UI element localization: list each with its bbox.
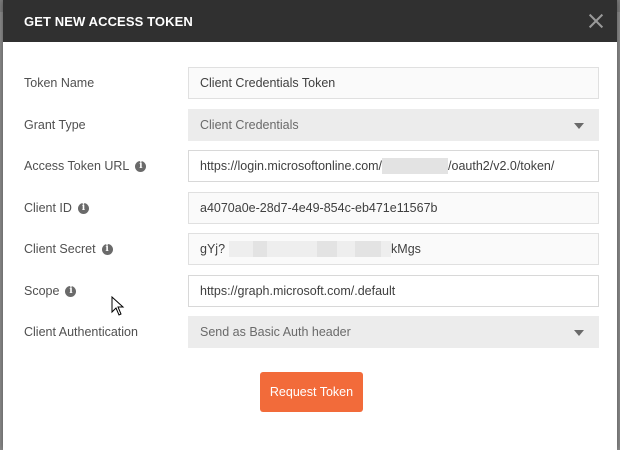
redacted-secret: [355, 241, 382, 257]
mouse-cursor-icon: [111, 296, 125, 316]
client-id-row: Client ID i a4070a0e-28d7-4e49-854c-eb47…: [3, 192, 617, 224]
redacted-secret: [317, 241, 338, 257]
client-secret-label-text: Client Secret: [24, 242, 96, 256]
redacted-secret: [337, 241, 356, 257]
info-icon[interactable]: i: [101, 243, 113, 255]
dialog-header: GET NEW ACCESS TOKEN: [3, 0, 617, 42]
info-icon[interactable]: i: [77, 202, 89, 214]
access-token-dialog: GET NEW ACCESS TOKEN Token Name Client C…: [3, 0, 617, 450]
chevron-down-icon: [574, 123, 584, 129]
token-name-row: Token Name Client Credentials Token: [3, 67, 617, 99]
client-authentication-select[interactable]: Send as Basic Auth header: [188, 316, 599, 348]
access-token-url-suffix: /oauth2/v2.0/token/: [448, 159, 555, 173]
redacted-tenant: [382, 158, 449, 174]
info-icon[interactable]: i: [65, 285, 77, 297]
client-secret-suffix: kMgs: [391, 242, 421, 256]
dialog-title: GET NEW ACCESS TOKEN: [24, 13, 193, 29]
client-id-label-text: Client ID: [24, 201, 72, 215]
request-token-button[interactable]: Request Token: [260, 372, 363, 412]
access-token-url-prefix: https://login.microsoftonline.com/: [200, 159, 383, 173]
redacted-secret: [253, 241, 268, 257]
client-secret-prefix: gYj?: [200, 242, 226, 256]
chevron-down-icon: [574, 330, 584, 336]
access-token-url-input[interactable]: https://login.microsoftonline.com/ /oaut…: [188, 150, 599, 182]
client-authentication-label: Client Authentication: [24, 325, 138, 339]
client-authentication-value: Send as Basic Auth header: [200, 325, 351, 339]
client-secret-row: Client Secret i gYj? kMgs: [3, 233, 617, 265]
scope-input[interactable]: https://graph.microsoft.com/.default: [188, 275, 599, 307]
redacted-secret: [381, 241, 392, 257]
client-id-label: Client ID i: [24, 192, 89, 224]
info-icon[interactable]: i: [135, 160, 147, 172]
access-token-url-row: Access Token URL i https://login.microso…: [3, 150, 617, 182]
client-secret-label: Client Secret i: [24, 233, 113, 265]
grant-type-value: Client Credentials: [200, 118, 299, 132]
access-token-url-label-text: Access Token URL: [24, 159, 130, 173]
access-token-url-label: Access Token URL i: [24, 150, 147, 182]
token-name-label: Token Name: [24, 76, 95, 90]
scope-row: Scope i https://graph.microsoft.com/.def…: [3, 275, 617, 307]
client-authentication-row: Client Authentication Send as Basic Auth…: [3, 316, 617, 348]
redacted-secret: [229, 241, 254, 257]
scope-label-text: Scope: [24, 284, 60, 298]
scope-label: Scope i: [24, 275, 77, 307]
redacted-secret: [267, 241, 318, 257]
grant-type-select[interactable]: Client Credentials: [188, 109, 599, 141]
client-secret-input[interactable]: gYj? kMgs: [188, 233, 599, 265]
grant-type-label: Grant Type: [24, 118, 86, 132]
close-icon[interactable]: [587, 12, 605, 30]
grant-type-row: Grant Type Client Credentials: [3, 109, 617, 141]
client-id-input[interactable]: a4070a0e-28d7-4e49-854c-eb471e11567b: [188, 192, 599, 224]
token-name-input[interactable]: Client Credentials Token: [188, 67, 599, 99]
